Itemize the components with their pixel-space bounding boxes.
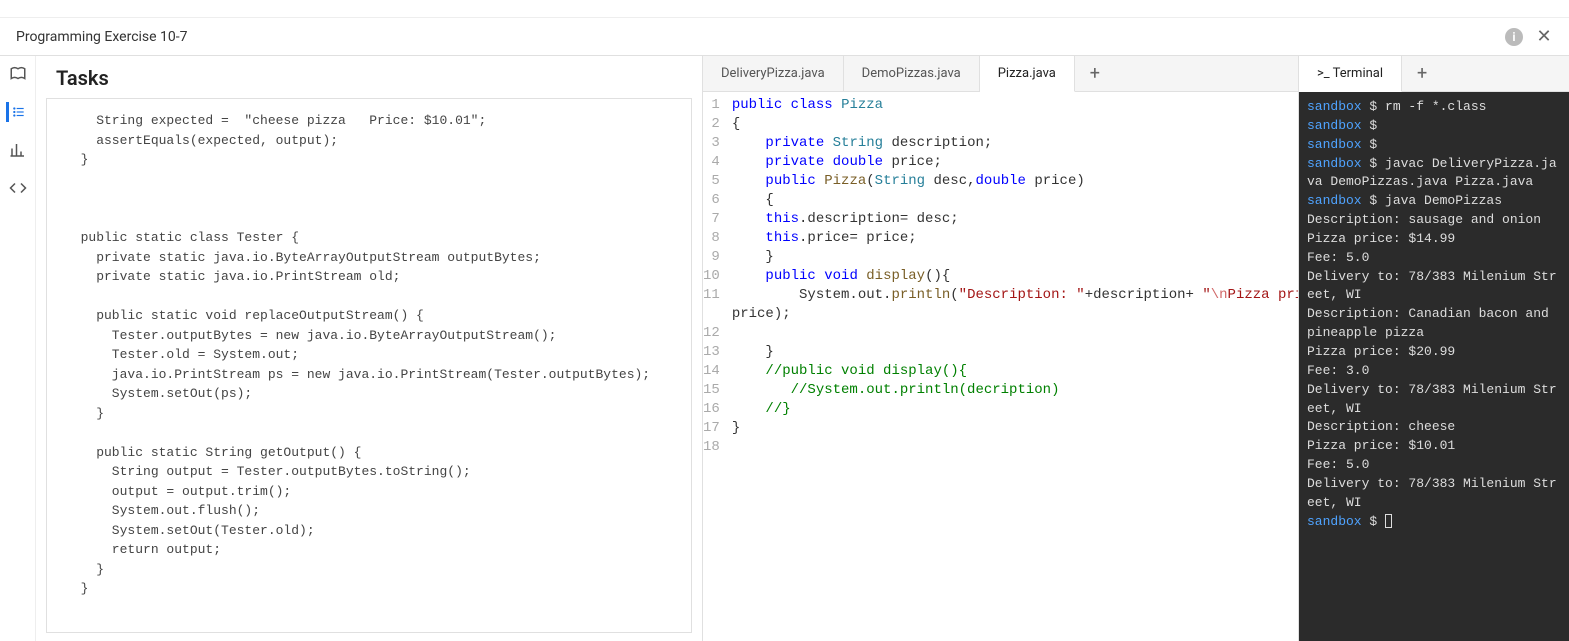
gutter: 123456789101112131415161718 [703, 92, 728, 641]
left-sidebar [0, 56, 36, 641]
editor-tabs: DeliveryPizza.javaDemoPizzas.javaPizza.j… [703, 56, 1298, 92]
list-icon[interactable] [6, 102, 26, 122]
terminal-tab[interactable]: >_ Terminal [1299, 56, 1402, 92]
chart-icon[interactable] [8, 140, 28, 160]
main: Tasks String expected = "cheese pizza Pr… [0, 56, 1569, 641]
page-title: Programming Exercise 10-7 [16, 29, 188, 45]
code-icon[interactable] [8, 178, 28, 198]
tasks-panel: Tasks String expected = "cheese pizza Pr… [36, 56, 702, 641]
editor-add-tab[interactable]: + [1075, 56, 1115, 91]
terminal-add-tab[interactable]: + [1402, 56, 1442, 91]
code-content[interactable]: public class Pizza{ private String descr… [728, 92, 1298, 641]
tasks-body[interactable]: String expected = "cheese pizza Price: $… [46, 98, 692, 633]
close-icon[interactable]: ✕ [1535, 28, 1553, 46]
terminal-tabs: >_ Terminal + [1299, 56, 1569, 92]
terminal-panel: >_ Terminal + sandbox $ rm -f *.classsan… [1298, 56, 1569, 641]
info-icon[interactable]: i [1505, 28, 1523, 46]
breadcrumb-row: Programming Exercise 10-7 i ✕ [0, 18, 1569, 56]
editor-panel: DeliveryPizza.javaDemoPizzas.javaPizza.j… [702, 56, 1298, 641]
editor-tab[interactable]: DeliveryPizza.java [703, 56, 844, 91]
topbar [0, 0, 1569, 18]
tasks-heading: Tasks [36, 56, 702, 98]
book-icon[interactable] [8, 64, 28, 84]
editor-tab[interactable]: Pizza.java [980, 56, 1075, 92]
terminal-body[interactable]: sandbox $ rm -f *.classsandbox $ sandbox… [1299, 92, 1569, 641]
code-area[interactable]: 123456789101112131415161718 public class… [703, 92, 1298, 641]
editor-tab[interactable]: DemoPizzas.java [844, 56, 980, 91]
